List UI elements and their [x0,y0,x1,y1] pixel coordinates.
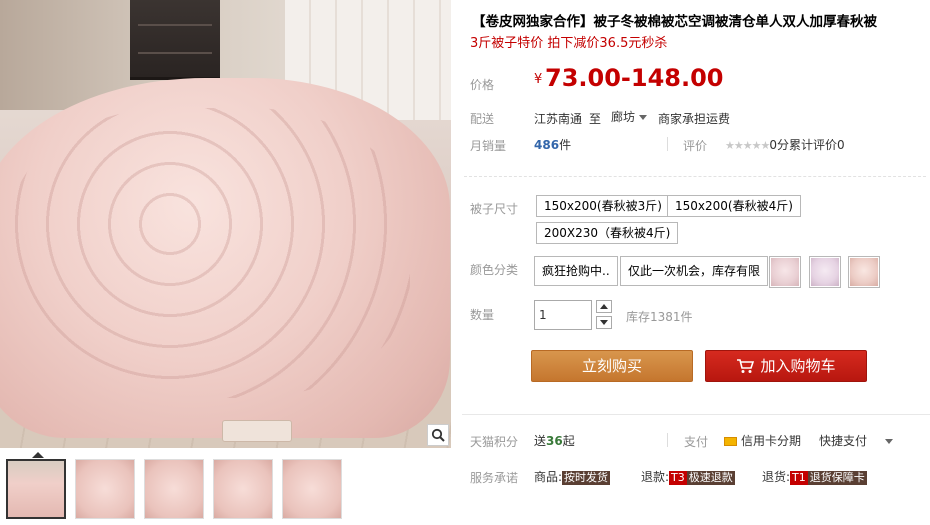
review-count: 累计评价0 [788,138,845,152]
product-detail-panel: 【卷皮网独家合作】被子冬被棉被芯空调被清仓单人双人加厚春秋被 3斤被子特价 拍下… [462,0,930,525]
quilt-photo [0,78,450,438]
credit-installment[interactable]: 信用卡分期 [724,432,801,449]
color-option-2[interactable]: 仅此一次机会，库存有限 [620,256,769,286]
size-option-1[interactable]: 150x200(春秋被3斤) [536,195,670,217]
color-label: 颜色分类 [470,263,519,277]
quilt-label-tag [222,420,292,442]
thumbnail-strip [6,459,342,519]
add-to-cart-label: 加入购物车 [760,357,836,375]
service-label: 服务承诺 [470,471,519,485]
thumb-active-indicator [32,452,44,458]
service-return-prefix: 退货: [762,470,791,484]
quantity-input[interactable] [534,300,592,330]
shipping-fee-note: 商家承担运费 [658,112,731,126]
buy-now-button[interactable]: 立刻购买 [531,350,693,382]
thumbnail-4[interactable] [213,459,273,519]
points-label: 天猫积分 [470,435,519,449]
thumbnail-5[interactable] [282,459,342,519]
price-label: 价格 [470,78,495,92]
arrow-down-icon [600,320,608,325]
color-option-1[interactable]: 疯狂抢购中.. [534,256,618,286]
price-box: 价格 ¥ 73.00-148.00 配送 江苏南通 至 廊坊 商家承担运费 月销… [462,60,930,164]
shipping-to-word: 至 [589,112,602,126]
service-goods[interactable]: 商品: 按时发货 [534,468,611,485]
service-refund-tag: 极速退款 [686,471,735,485]
service-goods-prefix: 商品: [534,470,563,484]
separator [667,433,668,447]
review-summary[interactable]: ★★★★★0分累计评价0 [725,136,845,153]
service-box: 天猫积分 送36起 支付 信用卡分期 快捷支付 服务承诺 商品: 按时发货 退款:… [462,414,930,525]
quantity-decrease-button[interactable] [596,316,612,329]
add-to-cart-button[interactable]: 加入购物车 [705,350,867,382]
size-option-2[interactable]: 150x200(春秋被4斤) [667,195,801,217]
shipping-destination: 廊坊 [611,110,636,124]
points-prefix: 送 [534,434,547,448]
shipping-label: 配送 [470,112,495,126]
thumbnail-1[interactable] [6,459,66,519]
service-return-badge: T1 [790,471,808,485]
service-refund-badge: T3 [669,471,687,485]
background-drawer [130,0,220,80]
review-score: 0分 [769,138,789,152]
service-return[interactable]: 退货: T1 退货保障卡 [762,468,867,485]
price-currency: ¥ [534,72,543,87]
quilt-swatch-peach-icon[interactable] [848,256,880,288]
chevron-down-icon [885,439,894,444]
zoom-icon[interactable] [427,424,449,446]
credit-card-icon [724,437,737,446]
shipping-destination-select[interactable]: 廊坊 [611,108,648,125]
service-refund[interactable]: 退款: T3 极速退款 [641,468,735,485]
quantity-increase-button[interactable] [596,300,612,313]
cart-icon [737,359,755,373]
service-goods-tag: 按时发货 [562,471,611,485]
product-subtitle: 3斤被子特价 拍下减价36.5元秒杀 [470,36,668,51]
credit-installment-label: 信用卡分期 [741,434,802,448]
main-product-image[interactable] [0,0,451,448]
divider [464,176,926,177]
points-value: 36 [546,434,563,448]
size-label: 被子尺寸 [470,202,519,216]
thumbnail-3[interactable] [144,459,204,519]
sales-count-wrap: 486件 [534,136,571,153]
quantity-label: 数量 [470,308,495,322]
size-option-3[interactable]: 200X230（春秋被4斤) [536,222,679,244]
thumbnail-2[interactable] [75,459,135,519]
product-title: 【卷皮网独家合作】被子冬被棉被芯空调被清仓单人双人加厚春秋被 [472,14,877,30]
pay-label: 支付 [684,435,709,449]
arrow-up-icon [600,304,608,309]
chevron-down-icon [639,115,648,120]
service-return-tag: 退货保障卡 [807,471,867,485]
shipping-from: 江苏南通 [534,112,583,126]
stock-text: 库存1381件 [626,310,693,324]
rating-stars-icon: ★★★★★ [725,139,770,152]
points-text: 送36起 [534,432,575,449]
price-value: 73.00-148.00 [545,64,724,92]
service-refund-prefix: 退款: [641,470,670,484]
quick-pay-select[interactable]: 快捷支付 [819,432,894,449]
quick-pay-label: 快捷支付 [819,434,868,448]
quilt-swatch-lilac-icon[interactable] [809,256,841,288]
separator [667,137,668,151]
quilt-swatch-pink-icon[interactable] [769,256,801,288]
points-suffix: 起 [562,434,575,448]
sales-unit: 件 [559,138,572,152]
sales-count: 486 [534,138,560,152]
review-label: 评价 [683,139,708,153]
sales-label: 月销量 [470,139,507,153]
